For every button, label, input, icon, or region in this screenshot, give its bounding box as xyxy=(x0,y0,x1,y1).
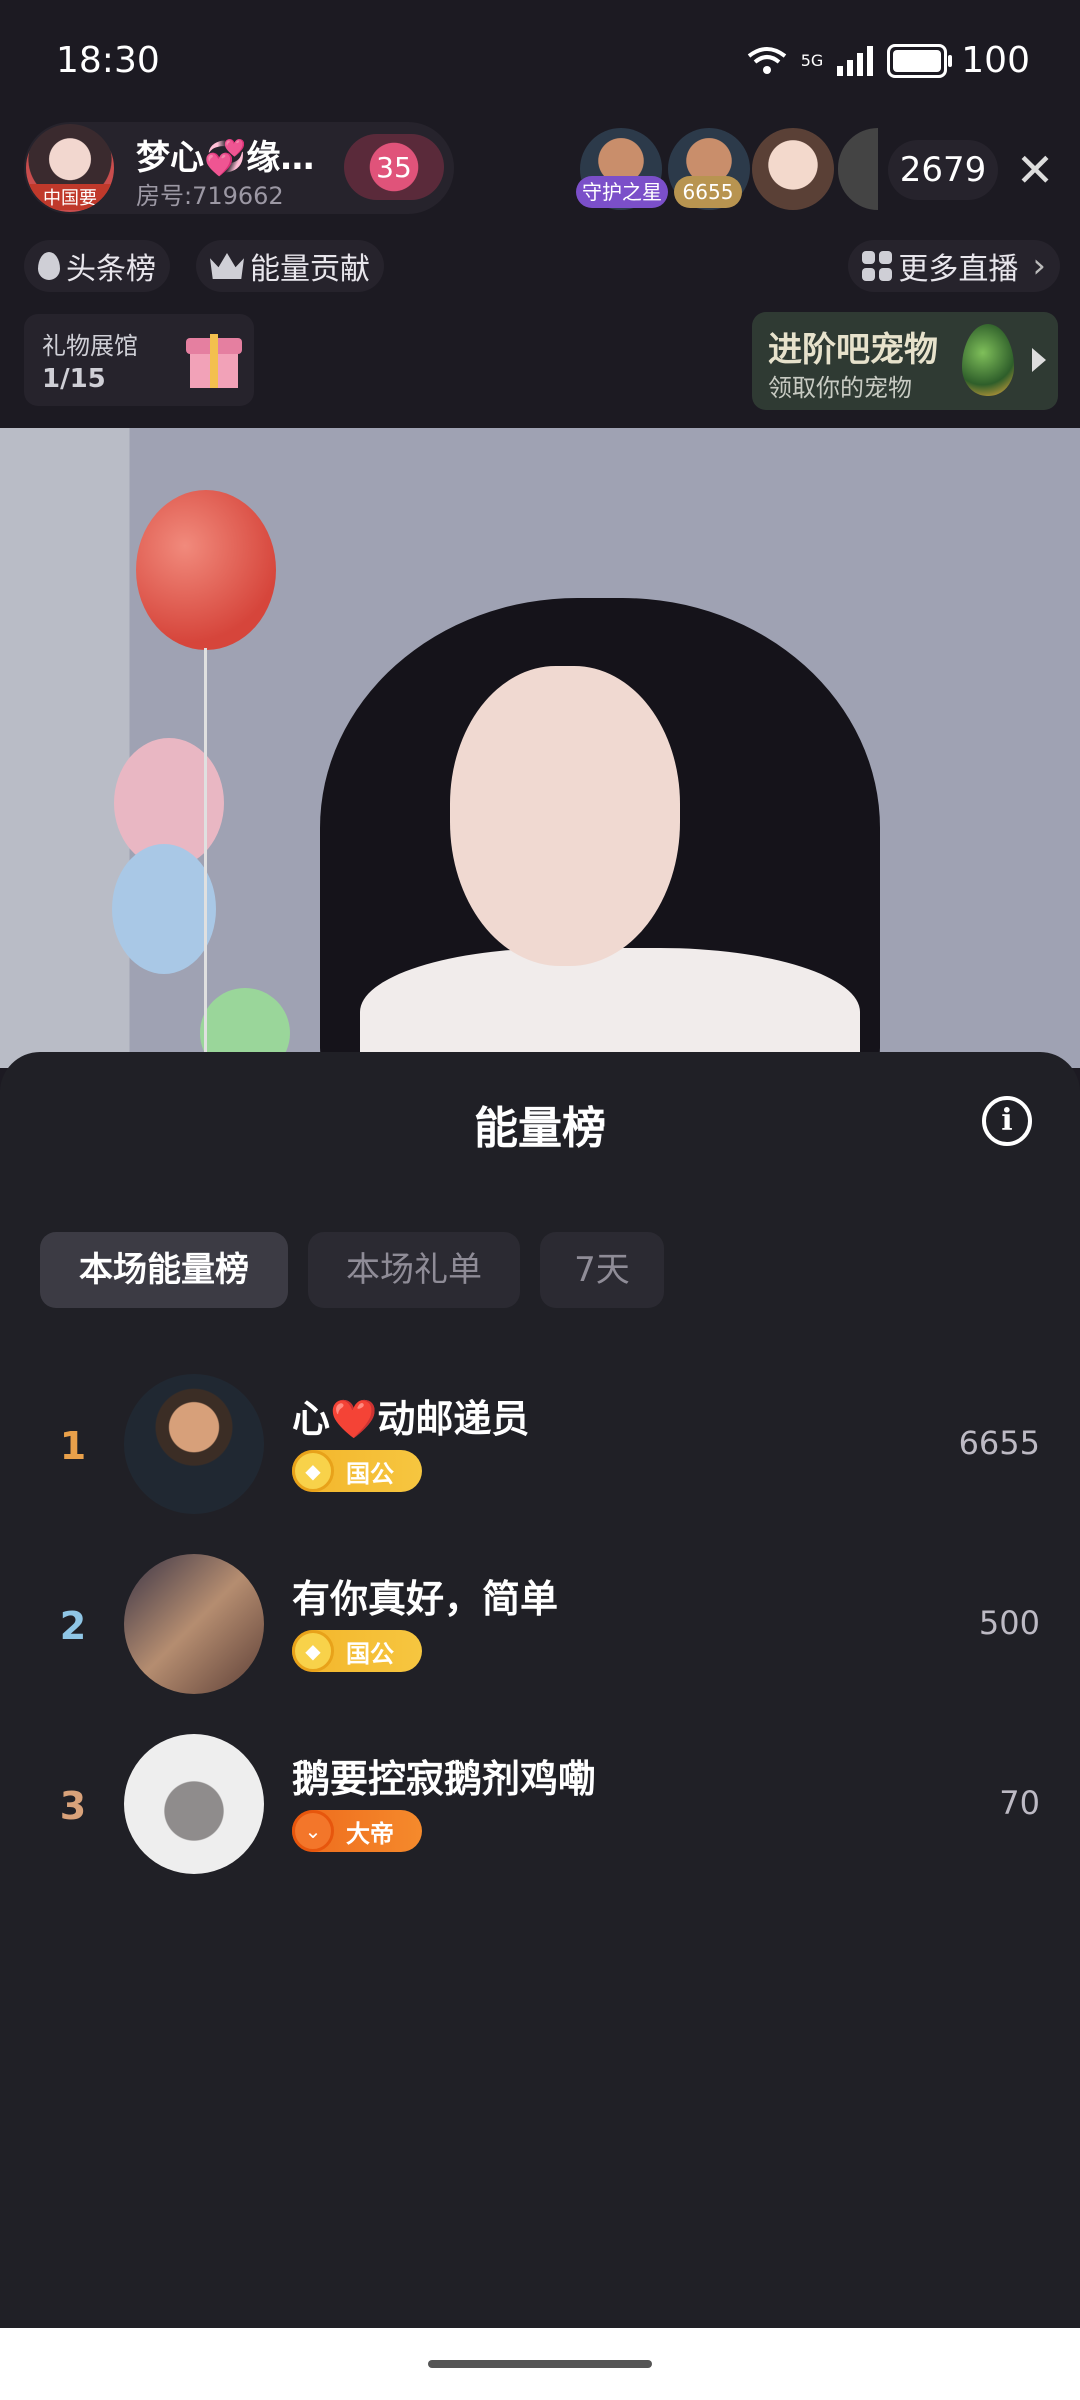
system-nav-bar xyxy=(0,2328,1080,2400)
gift-icon xyxy=(186,324,242,388)
sheet-title: 能量榜 xyxy=(474,1103,606,1154)
energy-contribution-chip[interactable]: 能量贡献 xyxy=(196,240,384,292)
headline-rank-chip[interactable]: 头条榜 xyxy=(24,240,170,292)
viewer-score-badge: 6655 xyxy=(674,176,742,208)
home-indicator[interactable] xyxy=(428,2360,652,2368)
gem-icon: ◆ xyxy=(292,1450,334,1492)
signal-icon xyxy=(837,45,874,76)
pet-banner[interactable]: 进阶吧宠物 领取你的宠物 xyxy=(752,312,1058,410)
info-icon[interactable]: i xyxy=(982,1096,1032,1146)
egg-icon xyxy=(962,324,1014,396)
drop-icon xyxy=(38,252,60,280)
balloon-red xyxy=(136,490,276,650)
user-name: 心❤️动邮递员 xyxy=(292,1397,530,1441)
avatar[interactable] xyxy=(124,1554,264,1694)
more-live-chip[interactable]: 更多直播 › xyxy=(848,240,1060,292)
user-name: 鹅要控寂鹅剂鸡嘞 xyxy=(292,1757,597,1801)
energy-score: 6655 xyxy=(958,1424,1040,1462)
rank-title-badge: ◆ 国公 xyxy=(292,1450,422,1492)
gift-hall-title: 礼物展馆 xyxy=(42,332,138,360)
battery-level: 100 xyxy=(961,40,1030,81)
gift-hall-card[interactable]: 礼物展馆 1/15 xyxy=(24,314,254,406)
grid-icon xyxy=(862,251,893,281)
rank-number: 3 xyxy=(59,1784,87,1828)
status-time: 18:30 xyxy=(56,40,160,81)
viewer-avatar[interactable] xyxy=(838,128,878,210)
leaderboard-row[interactable]: 3 鹅要控寂鹅剂鸡嘞 ⌄ 大帝 70 xyxy=(0,1728,1080,1878)
viewer-avatar[interactable] xyxy=(752,128,834,210)
user-name: 有你真好，简单 xyxy=(292,1577,559,1621)
energy-score: 70 xyxy=(999,1784,1040,1822)
badge-label: 国公 xyxy=(346,1639,394,1668)
host-heart-level-badge[interactable]: 35 xyxy=(344,134,444,200)
rank-number: 2 xyxy=(59,1604,87,1648)
host-avatar-caption: 中国要 xyxy=(26,184,114,210)
host-info[interactable]: 中国要 梦心💞缘… 房号:719662 35 xyxy=(24,122,454,214)
energy-score: 500 xyxy=(978,1604,1040,1642)
streamer-body xyxy=(360,948,860,1068)
chevron-right-icon: › xyxy=(1032,246,1046,286)
balloon-blue xyxy=(112,844,216,974)
energy-contribution-label: 能量贡献 xyxy=(250,252,370,287)
tab-session-energy[interactable]: 本场能量榜 xyxy=(40,1232,288,1308)
pet-banner-subtitle: 领取你的宠物 xyxy=(768,374,912,402)
gift-hall-progress: 1/15 xyxy=(42,364,106,394)
chevron-down-icon: ⌄ xyxy=(292,1810,334,1852)
leaderboard-row[interactable]: 2 有你真好，简单 ◆ 国公 500 xyxy=(0,1548,1080,1698)
host-avatar[interactable]: 中国要 xyxy=(26,124,114,212)
status-icons: 5G 100 xyxy=(747,40,1030,81)
rank-title-badge: ◆ 国公 xyxy=(292,1630,422,1672)
crown-icon xyxy=(210,253,244,279)
balloon-string xyxy=(204,648,207,1068)
wifi-icon xyxy=(747,46,786,74)
close-icon[interactable]: ✕ xyxy=(1010,140,1060,200)
live-video[interactable] xyxy=(0,428,1080,1068)
rank-title-badge: ⌄ 大帝 xyxy=(292,1810,422,1852)
avatar[interactable] xyxy=(124,1374,264,1514)
more-live-label: 更多直播 xyxy=(898,252,1019,287)
leaderboard-row[interactable]: 1 心❤️动邮递员 ◆ 国公 6655 xyxy=(0,1368,1080,1518)
guardian-star-badge: 守护之星 xyxy=(576,176,668,208)
avatar[interactable] xyxy=(124,1734,264,1874)
headline-rank-label: 头条榜 xyxy=(66,252,156,287)
rank-number: 1 xyxy=(59,1424,87,1468)
host-name: 梦心💞缘… xyxy=(136,138,315,178)
viewer-count[interactable]: 2679 xyxy=(888,140,998,200)
live-room-header: 18:30 5G 100 中国要 梦心💞缘… 房号:719662 35 守护之星… xyxy=(0,0,1080,428)
play-arrow-icon xyxy=(1032,348,1046,372)
status-bar: 18:30 5G 100 xyxy=(0,0,1080,120)
battery-icon xyxy=(887,43,953,78)
tab-session-gifts[interactable]: 本场礼单 xyxy=(308,1232,520,1308)
host-room-number: 房号:719662 xyxy=(136,182,284,210)
tab-7-days[interactable]: 7天 xyxy=(540,1232,664,1308)
badge-label: 国公 xyxy=(346,1459,394,1488)
energy-leaderboard-sheet: 能量榜 i 本场能量榜 本场礼单 7天 1 心❤️动邮递员 ◆ 国公 6655 … xyxy=(0,1052,1080,2328)
gem-icon: ◆ xyxy=(292,1630,334,1672)
network-label: 5G xyxy=(800,51,824,70)
streamer-face xyxy=(450,666,680,966)
pet-banner-title: 进阶吧宠物 xyxy=(768,330,938,370)
badge-label: 大帝 xyxy=(346,1819,394,1848)
